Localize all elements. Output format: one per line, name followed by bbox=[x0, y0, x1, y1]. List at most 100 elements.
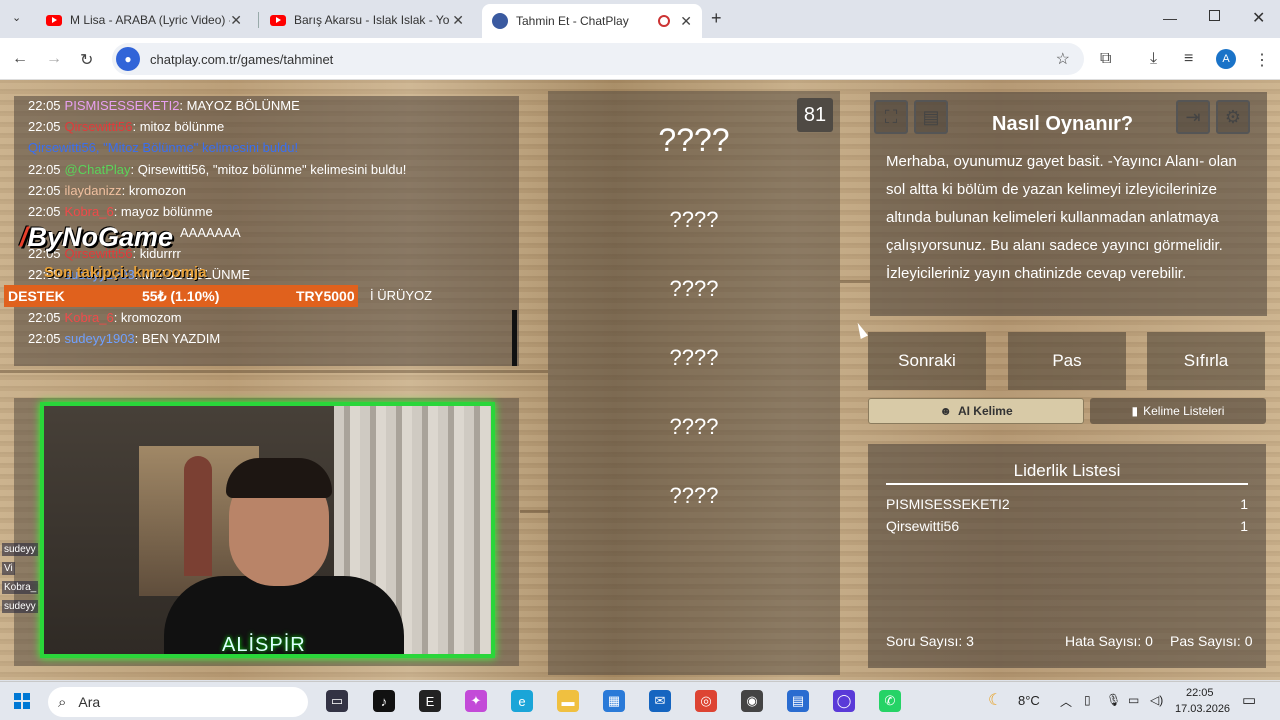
forward-icon[interactable]: → bbox=[46, 50, 62, 68]
chat-username[interactable]: PISMISESSEKETI2 bbox=[65, 98, 180, 113]
tab-search-icon[interactable]: ⌄ bbox=[12, 11, 21, 24]
close-window-icon[interactable]: ✕ bbox=[1252, 8, 1265, 28]
chat-time: 22:05 bbox=[28, 183, 61, 198]
webcam-frame bbox=[40, 402, 495, 658]
chatplay-icon bbox=[492, 13, 508, 29]
weather-icon[interactable]: ☾ bbox=[988, 690, 1002, 710]
store-icon[interactable]: ▦ bbox=[603, 690, 625, 712]
chat-username[interactable]: sudeyy1903 bbox=[65, 331, 135, 346]
exit-icon[interactable]: ⇥ bbox=[1176, 100, 1210, 134]
chat-username[interactable]: @ChatPlay bbox=[65, 162, 131, 177]
chat-scrollbar[interactable] bbox=[512, 310, 517, 366]
hidden-word: ???? bbox=[669, 276, 719, 301]
hidden-word: ???? bbox=[669, 345, 719, 370]
close-tab-icon[interactable]: ✕ bbox=[452, 12, 464, 29]
temperature[interactable]: 8°C bbox=[1018, 693, 1040, 708]
taskbar: ⌕ Ara ▭ ♪ E ✦ e ▬ ▦ ✉ ◎ ◉ ▤ ◯ ✆ ☾ 8°C ︿ … bbox=[0, 681, 1280, 720]
list-icon: ▮ bbox=[1131, 404, 1139, 418]
recording-icon bbox=[658, 15, 671, 27]
menu-icon[interactable]: ⋮ bbox=[1254, 50, 1270, 70]
notification-icon[interactable]: ▭ bbox=[1242, 691, 1256, 709]
microphone-icon[interactable]: 🎙 bbox=[1106, 693, 1121, 707]
chat-username[interactable]: Qirsewitti56 bbox=[65, 119, 133, 134]
chat-message: : mitoz bölünme bbox=[132, 119, 225, 134]
clock-time[interactable]: 22:05 bbox=[1186, 687, 1214, 699]
search-icon: ⌕ bbox=[58, 693, 67, 711]
outlook-icon[interactable]: ✉ bbox=[649, 690, 671, 712]
hidden-word: ???? bbox=[658, 122, 730, 158]
clock-date[interactable]: 17.03.2026 bbox=[1175, 703, 1230, 715]
hidden-word: ???? bbox=[669, 483, 719, 508]
mic-icon[interactable]: ● bbox=[116, 47, 140, 71]
tab-islak[interactable]: Barış Akarsu - Islak Islak - YouT ✕ bbox=[260, 6, 474, 34]
copilot-icon[interactable]: ✦ bbox=[465, 690, 487, 712]
bynogame-logo: /ByNoGame bbox=[20, 222, 174, 252]
new-tab-button[interactable]: + bbox=[711, 8, 722, 29]
restore-icon[interactable] bbox=[1209, 10, 1220, 21]
side-chat-item: Vi bbox=[2, 562, 15, 575]
chat-username[interactable]: Kobra_6 bbox=[65, 204, 114, 219]
word-lists-button[interactable]: ▮ Kelime Listeleri bbox=[1090, 398, 1266, 424]
tiktok-icon[interactable]: ♪ bbox=[373, 690, 395, 712]
media-icon[interactable]: ≡ bbox=[1184, 50, 1193, 68]
tray-chevron-icon[interactable]: ︿ bbox=[1060, 693, 1072, 710]
tray-app-icon[interactable]: ▯ bbox=[1084, 693, 1091, 707]
leaderboard-divider bbox=[886, 483, 1248, 485]
download-icon[interactable]: ⤓ bbox=[1150, 50, 1157, 68]
taskbar-search[interactable]: ⌕ Ara bbox=[48, 687, 308, 717]
chat-message: : MAYOZ BÖLÜNME bbox=[179, 98, 300, 113]
next-button[interactable]: Sonraki bbox=[868, 332, 986, 390]
epic-games-icon[interactable]: E bbox=[419, 690, 441, 712]
chat-line: 22:05 ilaydanizz: kromozon bbox=[28, 183, 186, 198]
profile-avatar[interactable]: A bbox=[1216, 49, 1236, 69]
youtube-icon bbox=[46, 14, 62, 26]
app-icon[interactable]: ◯ bbox=[833, 690, 855, 712]
chat-line: 22:05 Kobra_6: kromozom bbox=[28, 310, 182, 325]
plank-line bbox=[840, 280, 870, 283]
chat-line: Qirsewitti56, "Mitoz Bölünme" kelimesini… bbox=[28, 140, 298, 155]
network-icon[interactable]: ▭ bbox=[1128, 693, 1139, 707]
address-toolbar: ← → ↻ ● chatplay.com.tr/games/tahminet ☆… bbox=[0, 38, 1280, 80]
obs-icon[interactable]: ◉ bbox=[741, 690, 763, 712]
windows-start-icon[interactable] bbox=[14, 693, 30, 709]
chat-username[interactable]: ilaydanizz bbox=[65, 183, 122, 198]
chat-time: 22:05 bbox=[28, 119, 61, 134]
chrome-icon[interactable]: ◎ bbox=[695, 690, 717, 712]
bookmark-star-icon[interactable]: ☆ bbox=[1056, 49, 1070, 69]
fullscreen-icon[interactable]: ⛶ bbox=[874, 100, 908, 134]
tab-araba[interactable]: M Lisa - ARABA (Lyric Video) - Y ✕ bbox=[36, 6, 252, 34]
minimize-icon[interactable]: — bbox=[1163, 10, 1177, 26]
file-explorer-icon[interactable]: ▬ bbox=[557, 690, 579, 712]
calculator-icon[interactable]: ▤ bbox=[787, 690, 809, 712]
settings-gear-icon[interactable]: ⚙ bbox=[1216, 100, 1250, 134]
close-tab-icon[interactable]: ✕ bbox=[230, 12, 242, 29]
whatsapp-icon[interactable]: ✆ bbox=[879, 690, 901, 712]
notes-icon[interactable]: ▤ bbox=[914, 100, 948, 134]
task-view-icon[interactable]: ▭ bbox=[326, 690, 348, 712]
pass-button[interactable]: Pas bbox=[1008, 332, 1126, 390]
reload-icon[interactable]: ↻ bbox=[80, 50, 93, 70]
chat-message: : kromozon bbox=[121, 183, 186, 198]
chat-time: 22:05 bbox=[28, 331, 61, 346]
omnibox[interactable]: ● chatplay.com.tr/games/tahminet ☆ bbox=[112, 43, 1084, 75]
chat-username[interactable]: Qirsewitti56, "Mitoz Bölünme" kelimesini… bbox=[28, 140, 298, 155]
chat-line: 22:05 PISMISESSEKETI2: MAYOZ BÖLÜNME bbox=[28, 98, 300, 113]
robot-icon: ☻ bbox=[939, 404, 952, 418]
tab-tahmin-et[interactable]: Tahmin Et - ChatPlay ✕ bbox=[482, 4, 702, 38]
chat-time: 22:05 bbox=[28, 98, 61, 113]
edge-icon[interactable]: e bbox=[511, 690, 533, 712]
close-tab-icon[interactable]: ✕ bbox=[680, 13, 692, 30]
extensions-icon[interactable]: ⧉ bbox=[1100, 50, 1111, 68]
reset-button[interactable]: Sıfırla bbox=[1147, 332, 1265, 390]
chat-line: AAAAAAA bbox=[180, 225, 241, 240]
leaderboard-row: Qirsewitti56 1 bbox=[886, 518, 1248, 534]
back-icon[interactable]: ← bbox=[12, 50, 28, 68]
chat-username[interactable]: Kobra_6 bbox=[65, 310, 114, 325]
side-chat-item: Kobra_ bbox=[2, 581, 39, 594]
chat-message: : BEN YAZDIM bbox=[134, 331, 221, 346]
chat-message: İ ÜRÜYOZ bbox=[370, 288, 433, 303]
chat-line: 22:05 sudeyy1903: BEN YAZDIM bbox=[28, 331, 220, 346]
plank-line bbox=[0, 370, 548, 373]
ai-word-button[interactable]: ☻ AI Kelime bbox=[868, 398, 1084, 424]
volume-icon[interactable]: ◁) bbox=[1150, 693, 1163, 707]
